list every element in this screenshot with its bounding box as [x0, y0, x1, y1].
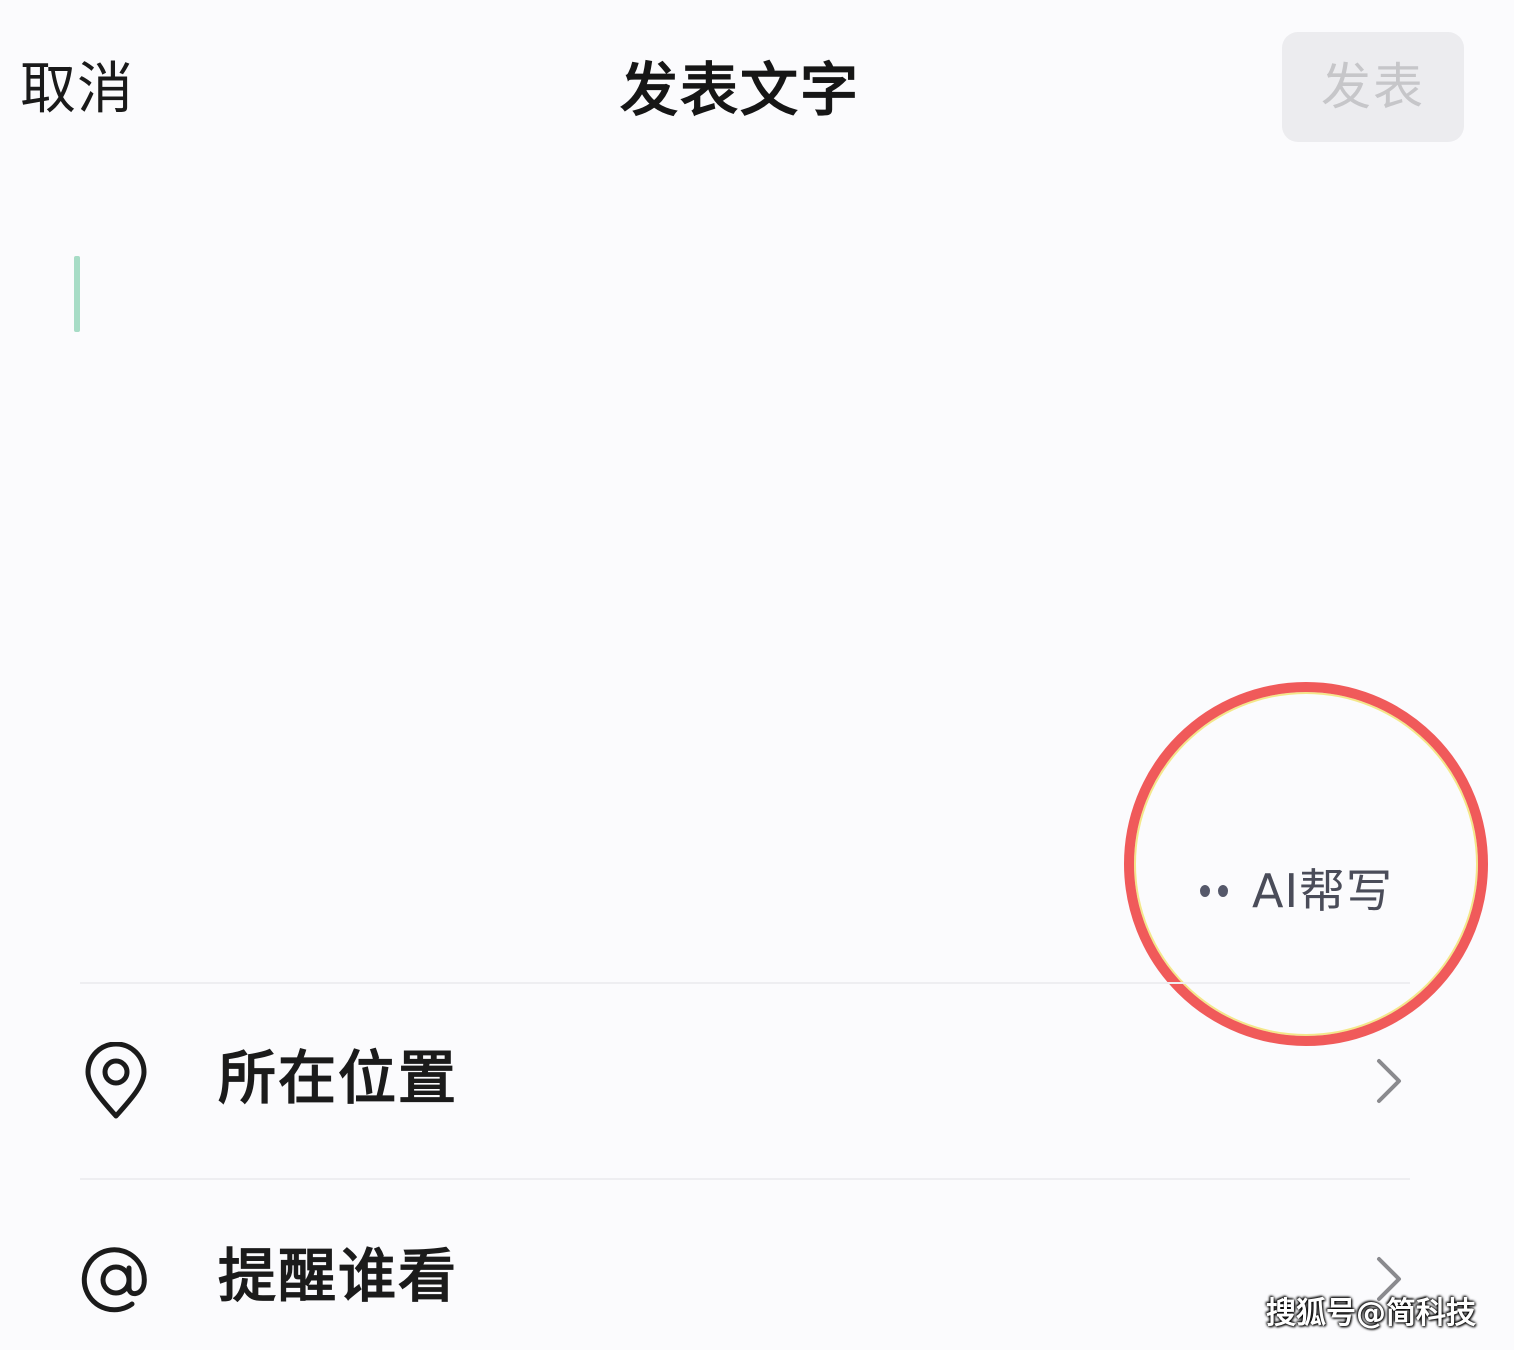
- cancel-button[interactable]: 取消: [20, 52, 134, 128]
- option-mention-label: 提醒谁看: [218, 1242, 459, 1310]
- page-title: 发表文字: [620, 56, 861, 124]
- text-cursor: [74, 256, 80, 332]
- at-sign-icon: [81, 1247, 147, 1313]
- ai-help-write-button[interactable]: AI帮写: [1190, 852, 1420, 930]
- text-input-area[interactable]: [60, 230, 1450, 830]
- divider: [80, 1178, 1410, 1180]
- divider: [80, 982, 1410, 984]
- dots-icon: [1200, 885, 1252, 897]
- location-pin-icon: [85, 1042, 147, 1119]
- compose-text-screen: 取消 发表文字 发表 AI帮写 所在位置 提醒谁看 搜狐号@简科技: [0, 0, 1514, 1348]
- ai-help-write-label: AI帮写: [1252, 864, 1394, 918]
- publish-button[interactable]: 发表: [1282, 32, 1464, 142]
- chevron-right-icon: [1377, 1059, 1401, 1103]
- top-bar: 取消 发表文字 发表: [0, 0, 1514, 180]
- watermark: 搜狐号@简科技: [1266, 1296, 1476, 1331]
- option-location[interactable]: 所在位置: [0, 1002, 1514, 1152]
- option-location-label: 所在位置: [218, 1044, 459, 1112]
